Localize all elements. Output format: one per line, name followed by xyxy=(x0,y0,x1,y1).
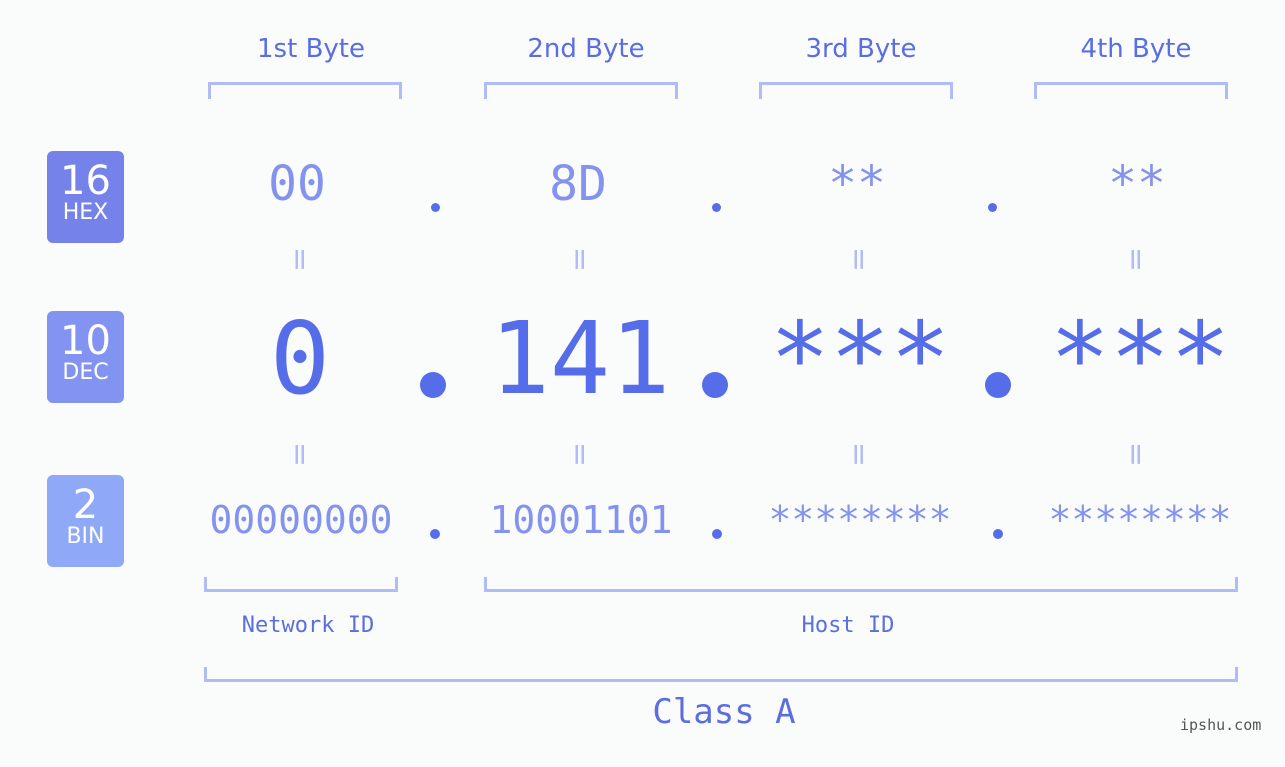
dec-byte-2: 141 xyxy=(489,300,671,417)
header-byte-2: 2nd Byte xyxy=(527,34,645,64)
bin-byte-1: 00000000 xyxy=(209,498,393,542)
class-label: Class A xyxy=(652,692,796,732)
dec-separator-dot xyxy=(420,372,446,398)
equals-icon: = xyxy=(562,246,598,273)
equals-icon: = xyxy=(562,441,598,468)
hex-separator-dot xyxy=(431,203,440,212)
hex-byte-2: 8D xyxy=(549,156,607,212)
hex-badge-label: HEX xyxy=(62,200,109,225)
hex-separator-dot xyxy=(712,203,721,212)
bracket-byte-4 xyxy=(1034,82,1228,99)
host-id-label: Host ID xyxy=(801,613,895,638)
bin-separator-dot xyxy=(712,529,722,539)
equals-icon: = xyxy=(282,246,318,273)
bin-byte-4: ******** xyxy=(1048,498,1232,542)
bin-badge-number: 2 xyxy=(72,482,99,528)
header-byte-1: 1st Byte xyxy=(257,34,365,64)
header-byte-4: 4th Byte xyxy=(1080,34,1192,64)
hex-badge: 16 HEX xyxy=(47,151,124,243)
hex-badge-number: 16 xyxy=(60,158,111,204)
bin-byte-2: 10001101 xyxy=(489,498,673,542)
equals-icon: = xyxy=(1118,441,1154,468)
dec-byte-3: *** xyxy=(769,300,951,417)
dec-badge-number: 10 xyxy=(60,318,111,364)
network-id-label: Network ID xyxy=(241,613,375,638)
bracket-byte-1 xyxy=(208,82,402,99)
bin-byte-3: ******** xyxy=(768,498,952,542)
host-id-bracket xyxy=(484,577,1238,592)
dec-byte-4: *** xyxy=(1049,300,1231,417)
bin-separator-dot xyxy=(430,529,440,539)
hex-separator-dot xyxy=(988,203,997,212)
dec-badge: 10 DEC xyxy=(47,311,124,403)
equals-icon: = xyxy=(841,246,877,273)
bin-badge-label: BIN xyxy=(66,524,105,549)
dec-byte-1: 0 xyxy=(269,300,331,417)
hex-byte-1: 00 xyxy=(268,156,326,212)
equals-icon: = xyxy=(1118,246,1154,273)
dec-separator-dot xyxy=(985,372,1011,398)
equals-icon: = xyxy=(282,441,318,468)
bracket-byte-2 xyxy=(484,82,678,99)
bracket-byte-3 xyxy=(759,82,953,99)
watermark: ipshu.com xyxy=(1180,716,1262,734)
equals-icon: = xyxy=(841,441,877,468)
dec-badge-label: DEC xyxy=(62,360,109,385)
dec-separator-dot xyxy=(702,372,728,398)
bin-separator-dot xyxy=(993,529,1003,539)
header-byte-3: 3rd Byte xyxy=(805,34,917,64)
hex-byte-4: ** xyxy=(1108,156,1166,212)
network-id-bracket xyxy=(204,577,398,592)
class-bracket xyxy=(204,667,1238,682)
bin-badge: 2 BIN xyxy=(47,475,124,567)
hex-byte-3: ** xyxy=(828,156,886,212)
